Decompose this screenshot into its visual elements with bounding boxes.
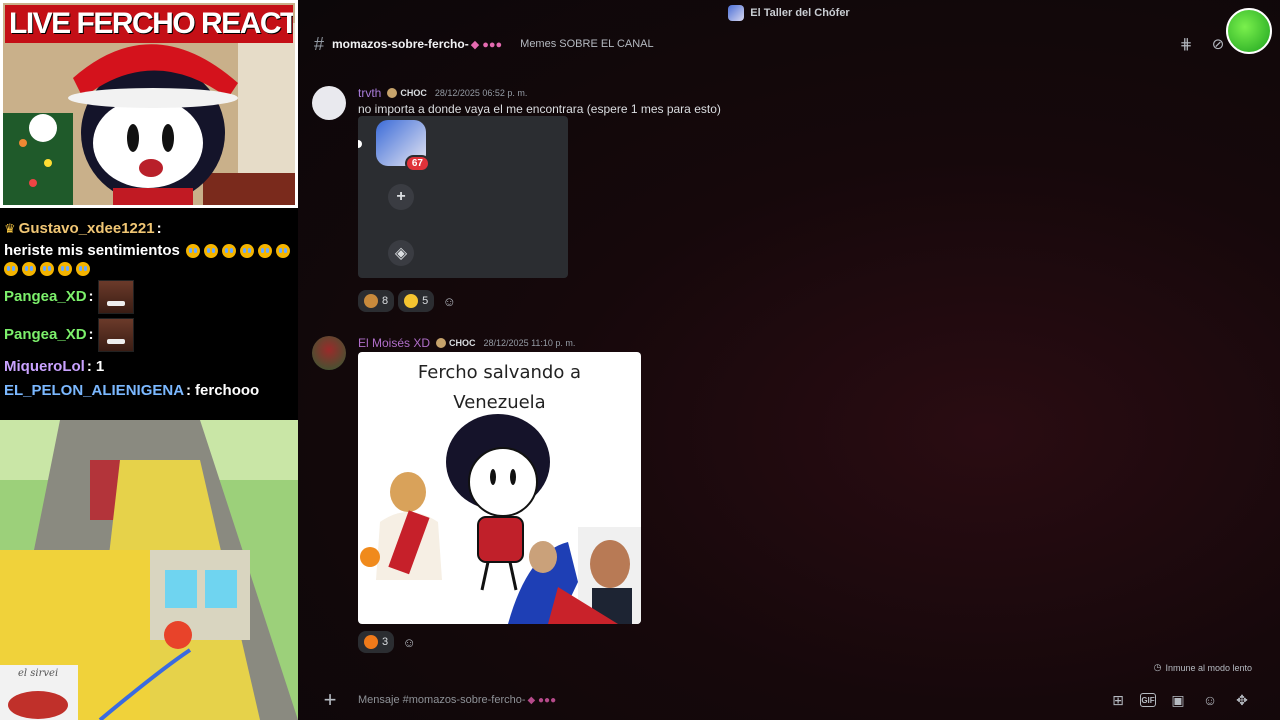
add-server-icon: + xyxy=(388,184,414,210)
crying-emote-icon xyxy=(76,262,90,276)
chat-message: Pangea_XD: xyxy=(4,280,294,314)
message-header: trvth CHOC 28/12/2025 06:52 p. m. xyxy=(358,86,527,100)
channel-header: # momazos-sobre-fercho- ◆ ●●● Memes SOBR… xyxy=(298,26,1280,62)
message: El Moisés XD CHOC 28/12/2025 11:10 p. m.… xyxy=(312,336,912,656)
author-name[interactable]: trvth xyxy=(358,86,381,100)
reactions-bar: 8 5 ☺ xyxy=(358,290,460,312)
gift-icon[interactable]: ⊞ xyxy=(1108,690,1128,710)
guild-tag-badge: CHOC xyxy=(387,88,427,98)
meme-illustration xyxy=(360,414,641,624)
crying-emote-icon xyxy=(221,244,236,258)
timer-icon: ◷ xyxy=(1153,662,1162,672)
sticker-icon[interactable]: ▣ xyxy=(1168,690,1188,710)
crown-icon: ♛ xyxy=(4,221,16,236)
stream-chat: ♛ Gustavo_xdee1221: heriste mis sentimie… xyxy=(0,214,298,414)
crying-emote-icon xyxy=(40,262,54,276)
crying-emote-icon xyxy=(4,262,18,276)
chat-message: EL_PELON_ALIENIGENA: ferchooo xyxy=(4,380,294,402)
face-emote-icon xyxy=(97,280,134,314)
crying-emote-icon xyxy=(257,244,272,258)
pleading-emoji-icon xyxy=(404,294,419,308)
discover-compass-icon: ◈ xyxy=(388,240,414,266)
avatar[interactable] xyxy=(312,86,346,120)
crying-emote-group xyxy=(185,244,294,258)
add-reaction-icon[interactable]: ☺ xyxy=(438,290,460,312)
chat-username: EL_PELON_ALIENIGENA xyxy=(4,382,185,399)
chat-username: Pangea_XD xyxy=(4,288,87,305)
meme-image-attachment[interactable]: Fercho salvando a Venezuela xyxy=(358,352,641,624)
notification-bell-off-icon[interactable]: ⊘ xyxy=(1208,34,1228,54)
image-attachment[interactable]: 67 + ◈ xyxy=(358,116,568,278)
emoji-icon: ◆ ●●● xyxy=(470,38,503,51)
reaction[interactable]: 8 xyxy=(358,290,395,312)
message-input[interactable]: Mensaje #momazos-sobre-fercho- xyxy=(358,694,526,706)
threads-icon[interactable]: ⋕ xyxy=(1176,34,1196,54)
chat-username: Pangea_XD xyxy=(4,326,87,343)
message: trvth CHOC 28/12/2025 06:52 p. m. no imp… xyxy=(312,86,912,316)
webcam-frame: LIVE FERCHO REACTION xyxy=(0,0,298,208)
fire-emoji-icon xyxy=(364,635,378,649)
server-icon xyxy=(728,5,745,21)
chat-message: MiqueroLol: 1 xyxy=(4,356,294,378)
window-titlebar: El Taller del Chófer xyxy=(298,0,1280,26)
tag-icon xyxy=(436,338,447,348)
message-composer[interactable]: + Mensaje #momazos-sobre-fercho- ◆ ●●● ⊞… xyxy=(308,682,1264,718)
server-icon: 67 xyxy=(376,120,430,172)
tag-icon xyxy=(387,88,398,98)
channel-topic[interactable]: Memes SOBRE EL CANAL xyxy=(520,38,653,50)
hash-icon: # xyxy=(314,33,325,54)
crying-emote-group xyxy=(4,262,294,276)
chat-text: ferchooo xyxy=(195,382,260,399)
timestamp: 28/12/2025 11:10 p. m. xyxy=(483,338,576,348)
message-text: no importa a donde vaya el me encontrara… xyxy=(358,102,721,116)
chat-username: Gustavo_xdee1221 xyxy=(18,220,155,237)
avatar[interactable] xyxy=(312,336,346,370)
chat-text: 1 xyxy=(95,358,105,375)
streamer-logo xyxy=(1226,8,1272,54)
chat-message: Pangea_XD: xyxy=(4,318,294,352)
praying-emoji-icon xyxy=(364,294,378,308)
message-header: El Moisés XD CHOC 28/12/2025 11:10 p. m. xyxy=(358,336,575,350)
author-name[interactable]: El Moisés XD xyxy=(358,336,430,350)
crying-emote-icon xyxy=(275,244,290,258)
crying-emote-icon xyxy=(239,244,254,258)
crying-emote-icon xyxy=(203,244,218,258)
crying-emote-icon xyxy=(58,262,72,276)
chat-username: MiqueroLol xyxy=(4,358,85,375)
guild-tag-badge: CHOC xyxy=(436,338,476,348)
gif-icon[interactable]: GIF xyxy=(1140,693,1156,707)
emoji-icon: ◆ ●●● xyxy=(527,694,557,706)
server-name: El Taller del Chófer xyxy=(750,7,850,19)
slowmode-notice: ◷ Inmune al modo lento xyxy=(1153,662,1252,673)
stream-title-banner: LIVE FERCHO REACTION xyxy=(5,5,293,43)
face-emote-icon xyxy=(97,318,134,352)
screen: LIVE FERCHO REACTION ♛ Gustavo_xdee1221:… xyxy=(0,0,1280,720)
timestamp: 28/12/2025 06:52 p. m. xyxy=(434,88,528,98)
watermark-label: el sirvei xyxy=(18,668,59,679)
unread-indicator xyxy=(358,140,362,148)
webcam-scene: LIVE FERCHO REACTION xyxy=(3,3,295,205)
apps-icon[interactable]: ✥ xyxy=(1232,690,1252,710)
chat-message: ♛ Gustavo_xdee1221: heriste mis sentimie… xyxy=(4,218,294,276)
mention-badge: 67 xyxy=(404,155,430,172)
reaction[interactable]: 5 xyxy=(398,290,435,312)
reaction[interactable]: 3 xyxy=(358,631,395,653)
gameplay-video: el sirvei xyxy=(0,420,298,720)
channel-name: momazos-sobre-fercho- xyxy=(332,37,469,51)
reactions-bar: 3 ☺ xyxy=(358,631,420,653)
crying-emote-icon xyxy=(22,262,36,276)
attach-plus-icon[interactable]: + xyxy=(320,687,340,713)
crying-emote-icon xyxy=(185,244,200,258)
stream-overlay: LIVE FERCHO REACTION ♛ Gustavo_xdee1221:… xyxy=(0,0,298,720)
composer-toolbar: ⊞ GIF ▣ ☺ ✥ xyxy=(1108,690,1252,710)
chat-text: heriste mis sentimientos xyxy=(4,242,180,259)
add-reaction-icon[interactable]: ☺ xyxy=(398,631,420,653)
discord-window: El Taller del Chófer # momazos-sobre-fer… xyxy=(298,0,1280,720)
emoji-picker-icon[interactable]: ☺ xyxy=(1200,690,1220,710)
